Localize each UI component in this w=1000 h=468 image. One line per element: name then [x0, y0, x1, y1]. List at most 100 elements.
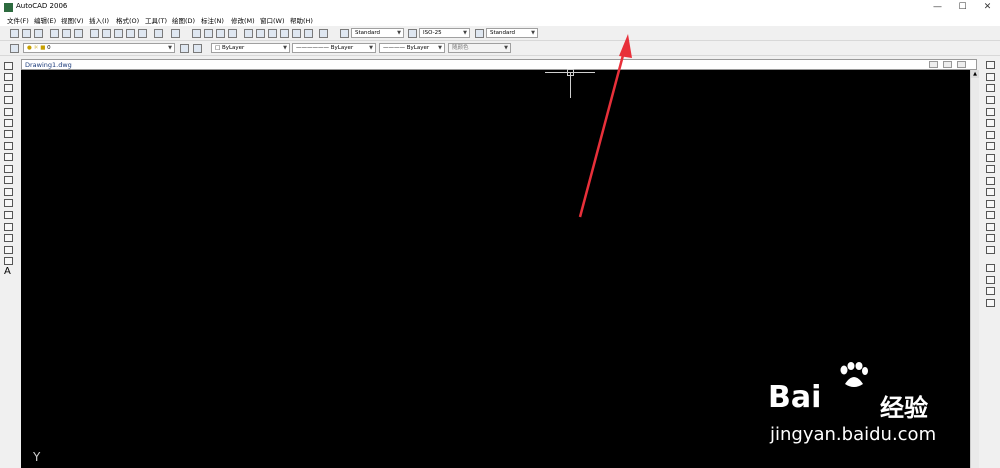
paste-icon[interactable]: [114, 29, 123, 38]
markup-icon[interactable]: [292, 29, 301, 38]
region-icon[interactable]: [4, 246, 13, 254]
rectangle-icon[interactable]: [4, 108, 13, 116]
vertical-scrollbar[interactable]: ▲: [970, 70, 979, 468]
draworder-back-icon[interactable]: [986, 276, 995, 284]
hatch-icon[interactable]: [4, 223, 13, 231]
spline-icon[interactable]: [4, 153, 13, 161]
menu-view[interactable]: 视图(V): [61, 15, 84, 25]
point-icon[interactable]: [4, 211, 13, 219]
print-icon[interactable]: [50, 29, 59, 38]
menu-insert[interactable]: 插入(I): [89, 15, 109, 25]
menu-help[interactable]: 帮助(H): [290, 15, 313, 25]
text-style-select[interactable]: Standard ▼: [351, 28, 404, 38]
linetype-select[interactable]: —————— ByLayer ▼: [292, 43, 376, 53]
make-block-icon[interactable]: [4, 199, 13, 207]
table-icon[interactable]: [4, 257, 13, 265]
color-select[interactable]: □ ByLayer ▼: [211, 43, 290, 53]
chamfer-icon[interactable]: [986, 223, 995, 231]
construction-line-icon[interactable]: [4, 73, 13, 81]
plotstyle-select[interactable]: 随颜色 ▼: [448, 43, 511, 53]
zoom-window-icon[interactable]: [216, 29, 225, 38]
draworder-front-icon[interactable]: [986, 264, 995, 272]
menu-edit[interactable]: 编辑(E): [34, 15, 56, 25]
multiline-text-icon[interactable]: A: [4, 267, 13, 277]
break-icon[interactable]: [986, 200, 995, 208]
gradient-icon[interactable]: [4, 234, 13, 242]
draworder-above-icon[interactable]: [986, 287, 995, 295]
chevron-down-icon: ▼: [168, 45, 172, 51]
circle-icon[interactable]: [4, 130, 13, 138]
break-at-point-icon[interactable]: [986, 188, 995, 196]
menu-dimension[interactable]: 标注(N): [201, 15, 224, 25]
menu-file[interactable]: 文件(F): [7, 15, 29, 25]
match-properties-icon[interactable]: [126, 29, 135, 38]
ellipse-arc-icon[interactable]: [4, 176, 13, 184]
layer-manager-icon[interactable]: [10, 44, 19, 53]
copy-icon[interactable]: [102, 29, 111, 38]
polygon-icon[interactable]: [4, 96, 13, 104]
line-icon[interactable]: [4, 62, 13, 70]
block-editor-icon[interactable]: [138, 29, 147, 38]
make-current-layer-icon[interactable]: [180, 44, 189, 53]
preview-icon[interactable]: [62, 29, 71, 38]
redo-icon[interactable]: [171, 29, 180, 38]
menu-format[interactable]: 格式(O): [116, 15, 139, 25]
offset-icon[interactable]: [986, 96, 995, 104]
new-icon[interactable]: [10, 29, 19, 38]
rotate-icon[interactable]: [986, 131, 995, 139]
drawing-close-button[interactable]: [957, 61, 966, 68]
minimize-button[interactable]: —: [925, 0, 950, 14]
pan-icon[interactable]: [192, 29, 201, 38]
maximize-button[interactable]: ☐: [950, 0, 975, 14]
design-center-icon[interactable]: [256, 29, 265, 38]
open-icon[interactable]: [22, 29, 31, 38]
menu-modify[interactable]: 修改(M): [231, 15, 255, 25]
dim-style-select[interactable]: ISO-25 ▼: [419, 28, 470, 38]
revision-cloud-icon[interactable]: [4, 142, 13, 150]
drawing-window-titlebar[interactable]: Drawing1.dwg: [21, 59, 977, 70]
layer-previous-icon[interactable]: [193, 44, 202, 53]
scroll-up-icon[interactable]: ▲: [971, 70, 979, 78]
ellipse-icon[interactable]: [4, 165, 13, 173]
save-icon[interactable]: [34, 29, 43, 38]
layer-select[interactable]: ● ☼ ■ 0 ▼: [23, 43, 175, 53]
insert-block-icon[interactable]: [4, 188, 13, 196]
join-icon[interactable]: [986, 211, 995, 219]
mirror-icon[interactable]: [986, 84, 995, 92]
zoom-realtime-icon[interactable]: [204, 29, 213, 38]
fillet-icon[interactable]: [986, 234, 995, 242]
explode-icon[interactable]: [986, 246, 995, 254]
cut-icon[interactable]: [90, 29, 99, 38]
undo-icon[interactable]: [154, 29, 163, 38]
extend-icon[interactable]: [986, 177, 995, 185]
zoom-previous-icon[interactable]: [228, 29, 237, 38]
linetype-value: ByLayer: [330, 45, 354, 51]
menu-window[interactable]: 窗口(W): [260, 15, 285, 25]
array-icon[interactable]: [986, 108, 995, 116]
quickcalc-icon[interactable]: [304, 29, 313, 38]
tool-palettes-icon[interactable]: [268, 29, 277, 38]
menu-tools[interactable]: 工具(T): [145, 15, 167, 25]
erase-icon[interactable]: [986, 61, 995, 69]
sheet-set-icon[interactable]: [280, 29, 289, 38]
draworder-under-icon[interactable]: [986, 299, 995, 307]
move-icon[interactable]: [986, 119, 995, 127]
polyline-icon[interactable]: [4, 84, 13, 92]
arc-icon[interactable]: [4, 119, 13, 127]
publish-icon[interactable]: [74, 29, 83, 38]
stretch-icon[interactable]: [986, 154, 995, 162]
table-style-select[interactable]: Standard ▼: [486, 28, 538, 38]
help-icon[interactable]: [319, 29, 328, 38]
close-button[interactable]: ✕: [975, 0, 1000, 14]
properties-icon[interactable]: [244, 29, 253, 38]
table-style-icon[interactable]: [475, 29, 484, 38]
scale-icon[interactable]: [986, 142, 995, 150]
menu-draw[interactable]: 绘图(D): [172, 15, 195, 25]
lineweight-select[interactable]: ———— ByLayer ▼: [379, 43, 445, 53]
dim-style-icon[interactable]: [408, 29, 417, 38]
copy-object-icon[interactable]: [986, 73, 995, 81]
text-style-icon[interactable]: [340, 29, 349, 38]
drawing-minimize-button[interactable]: [929, 61, 938, 68]
trim-icon[interactable]: [986, 165, 995, 173]
drawing-restore-button[interactable]: [943, 61, 952, 68]
